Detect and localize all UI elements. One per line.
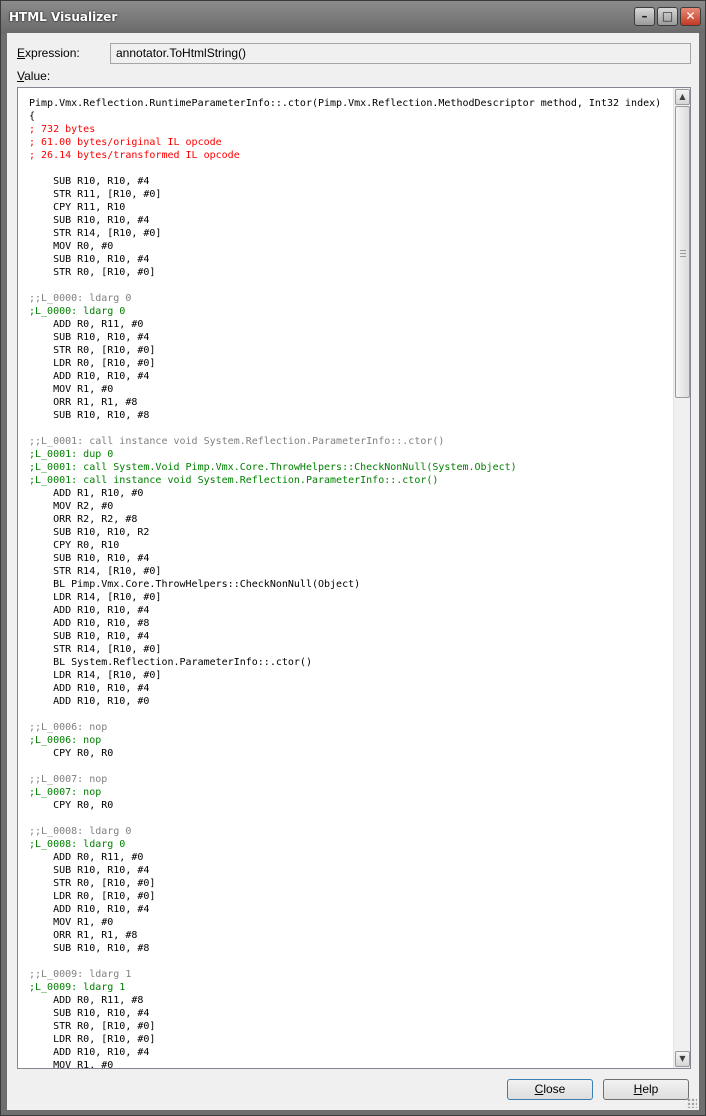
code-line: ADD R10, R10, #4 xyxy=(29,904,150,915)
code-line: SUB R10, R10, #4 xyxy=(29,254,150,265)
code-line: ORR R2, R2, #8 xyxy=(29,514,138,525)
code-line: BL Pimp.Vmx.Core.ThrowHelpers::CheckNonN… xyxy=(29,579,361,590)
code-line: SUB R10, R10, #4 xyxy=(29,631,150,642)
close-icon[interactable]: ✕ xyxy=(680,7,701,26)
scrollbar-thumb[interactable] xyxy=(675,106,690,398)
html-visualizer-window: HTML Visualizer – □ ✕ Expression: annota… xyxy=(0,0,706,1116)
code-line: LDR R0, [R10, #0] xyxy=(29,891,156,902)
code-line: ;L_0007: nop xyxy=(29,787,102,798)
code-line: ADD R10, R10, #8 xyxy=(29,618,150,629)
code-line: ; 61.00 bytes/original IL opcode xyxy=(29,137,222,148)
code-line: CPY R0, R0 xyxy=(29,748,114,759)
code-line: SUB R10, R10, #8 xyxy=(29,943,150,954)
window-title: HTML Visualizer xyxy=(9,10,118,24)
code-line: SUB R10, R10, #4 xyxy=(29,553,150,564)
code-listing: Pimp.Vmx.Reflection.RuntimeParameterInfo… xyxy=(29,97,674,1069)
code-line: ;;L_0007: nop xyxy=(29,774,108,785)
code-line: ADD R10, R10, #4 xyxy=(29,605,150,616)
code-line: { xyxy=(29,111,36,122)
code-line: STR R11, [R10, #0] xyxy=(29,189,162,200)
code-line: ;;L_0001: call instance void System.Refl… xyxy=(29,436,445,447)
code-line: ;;L_0008: ldarg 0 xyxy=(29,826,132,837)
code-line: ;;L_0009: ldarg 1 xyxy=(29,969,132,980)
code-line: ;L_0008: ldarg 0 xyxy=(29,839,126,850)
code-line: MOV R1, #0 xyxy=(29,1060,114,1069)
code-line: MOV R1, #0 xyxy=(29,917,114,928)
code-line: ;L_0001: dup 0 xyxy=(29,449,114,460)
scroll-up-arrow-icon[interactable]: ▲ xyxy=(675,89,690,105)
code-line: CPY R11, R10 xyxy=(29,202,126,213)
code-line: ADD R0, R11, #0 xyxy=(29,852,144,863)
code-line: LDR R14, [R10, #0] xyxy=(29,592,162,603)
code-line: ;;L_0006: nop xyxy=(29,722,108,733)
code-line: ; 732 bytes xyxy=(29,124,96,135)
code-line: STR R0, [R10, #0] xyxy=(29,1021,156,1032)
code-line: SUB R10, R10, R2 xyxy=(29,527,150,538)
minimize-icon[interactable]: – xyxy=(634,7,655,26)
code-line: ;L_0000: ldarg 0 xyxy=(29,306,126,317)
code-line: MOV R1, #0 xyxy=(29,384,114,395)
code-line: Pimp.Vmx.Reflection.RuntimeParameterInfo… xyxy=(29,98,662,109)
code-line: SUB R10, R10, #8 xyxy=(29,410,150,421)
code-line: STR R14, [R10, #0] xyxy=(29,566,162,577)
code-line: CPY R0, R10 xyxy=(29,540,120,551)
code-line: LDR R0, [R10, #0] xyxy=(29,358,156,369)
code-line: STR R0, [R10, #0] xyxy=(29,345,156,356)
value-label: Value: xyxy=(17,69,51,83)
code-line: MOV R0, #0 xyxy=(29,241,114,252)
code-line: SUB R10, R10, #4 xyxy=(29,865,150,876)
code-line: LDR R14, [R10, #0] xyxy=(29,670,162,681)
code-line: ADD R0, R11, #8 xyxy=(29,995,144,1006)
code-line: ;L_0006: nop xyxy=(29,735,102,746)
code-line: SUB R10, R10, #4 xyxy=(29,1008,150,1019)
value-html-view[interactable]: Pimp.Vmx.Reflection.RuntimeParameterInfo… xyxy=(17,87,691,1069)
code-line: ADD R0, R11, #0 xyxy=(29,319,144,330)
expression-label: Expression: xyxy=(17,46,80,60)
code-line: STR R14, [R10, #0] xyxy=(29,644,162,655)
code-line: LDR R0, [R10, #0] xyxy=(29,1034,156,1045)
title-bar[interactable]: HTML Visualizer – □ ✕ xyxy=(1,1,705,33)
code-line: ADD R10, R10, #0 xyxy=(29,696,150,707)
code-line: STR R0, [R10, #0] xyxy=(29,267,156,278)
code-line: ;L_0009: ldarg 1 xyxy=(29,982,126,993)
dialog-client-area: Expression: annotator.ToHtmlString() Val… xyxy=(7,33,699,1110)
code-line: ADD R10, R10, #4 xyxy=(29,1047,150,1058)
help-button[interactable]: Help xyxy=(603,1079,689,1100)
expression-field[interactable]: annotator.ToHtmlString() xyxy=(110,43,691,64)
code-line: ;;L_0000: ldarg 0 xyxy=(29,293,132,304)
code-line: ADD R10, R10, #4 xyxy=(29,683,150,694)
code-line: ; 26.14 bytes/transformed IL opcode xyxy=(29,150,240,161)
scroll-down-arrow-icon[interactable]: ▼ xyxy=(675,1051,690,1067)
code-line: ;L_0001: call System.Void Pimp.Vmx.Core.… xyxy=(29,462,517,473)
code-line: SUB R10, R10, #4 xyxy=(29,215,150,226)
maximize-icon[interactable]: □ xyxy=(657,7,678,26)
code-line: ORR R1, R1, #8 xyxy=(29,397,138,408)
code-line: ;L_0001: call instance void System.Refle… xyxy=(29,475,439,486)
code-line: SUB R10, R10, #4 xyxy=(29,176,150,187)
code-line: ADD R1, R10, #0 xyxy=(29,488,144,499)
code-line: STR R14, [R10, #0] xyxy=(29,228,162,239)
code-line: BL System.Reflection.ParameterInfo::.cto… xyxy=(29,657,312,668)
close-button[interactable]: Close xyxy=(507,1079,593,1100)
code-line: MOV R2, #0 xyxy=(29,501,114,512)
size-grip-icon[interactable] xyxy=(687,1098,697,1108)
code-line: SUB R10, R10, #4 xyxy=(29,332,150,343)
code-line: CPY R0, R0 xyxy=(29,800,114,811)
thumb-grip-icon xyxy=(680,250,686,257)
code-line: ADD R10, R10, #4 xyxy=(29,371,150,382)
code-line: ORR R1, R1, #8 xyxy=(29,930,138,941)
vertical-scrollbar[interactable]: ▲ ▼ xyxy=(673,88,690,1068)
code-line: STR R0, [R10, #0] xyxy=(29,878,156,889)
